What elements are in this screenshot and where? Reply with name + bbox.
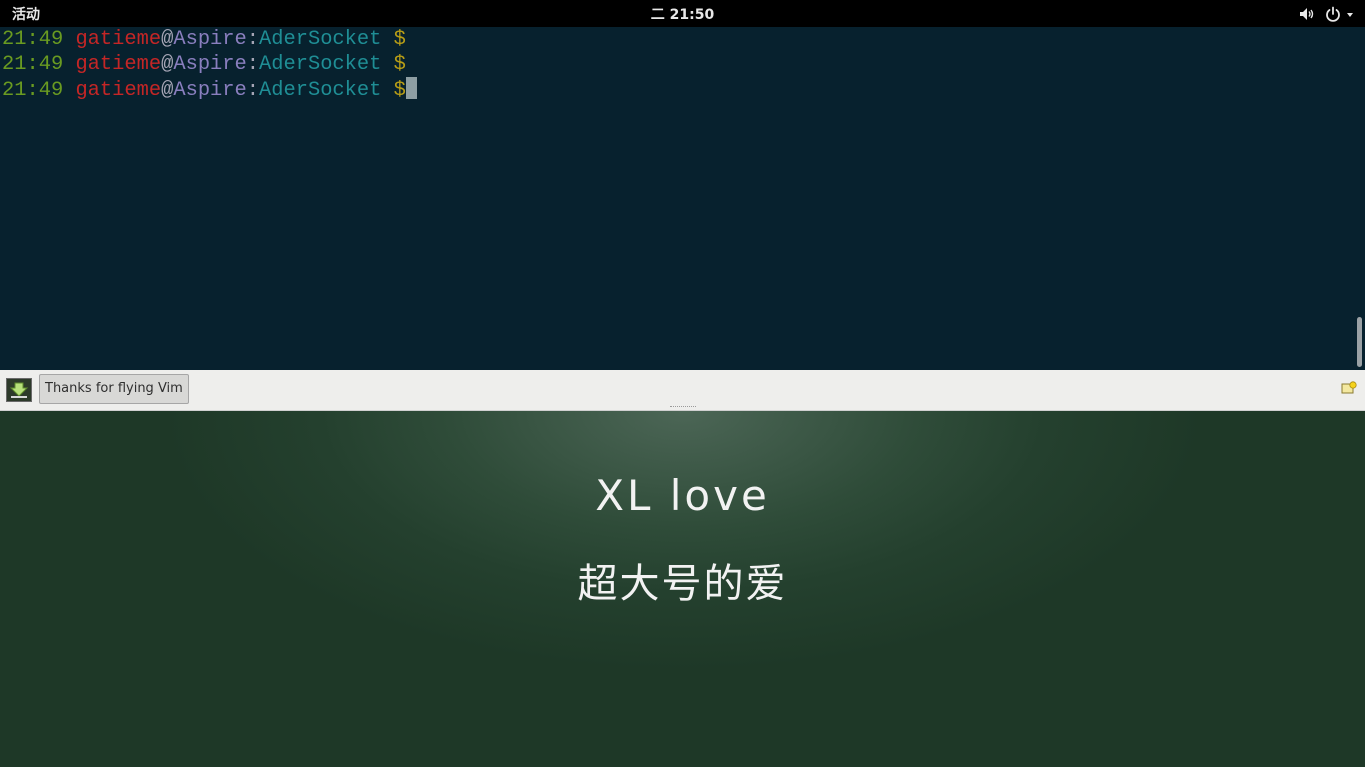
notification-button[interactable] [1341,380,1357,399]
system-tray [1299,0,1355,27]
terminal-line: 21:49 gatieme@Aspire:AderSocket $ [2,28,406,51]
wallpaper-text-english: XL love [595,471,770,520]
chevron-down-icon [1347,12,1353,17]
power-icon [1326,6,1340,22]
resize-grip[interactable] [670,406,696,410]
terminal-line: 21:49 gatieme@Aspire:AderSocket $ [2,53,406,76]
scrollbar-thumb[interactable] [1357,317,1362,367]
text-cursor [405,77,417,99]
download-icon [9,382,29,398]
terminal-line: 21:49 gatieme@Aspire:AderSocket $ [0,77,1365,102]
power-menu-button[interactable] [1325,6,1355,22]
top-bar: 活动 二 21:50 [0,0,1365,27]
bottom-panel: Thanks for flying Vim [0,370,1365,411]
terminal-window[interactable]: 21:49 gatieme@Aspire:AderSocket $ 21:49 … [0,27,1365,370]
terminal-scrollbar[interactable] [1353,27,1365,370]
clock: 二 21:50 [0,4,1365,24]
wallpaper-text-chinese: 超大号的爱 [577,561,788,607]
desktop-wallpaper: XL love 超大号的爱 [0,411,1365,767]
panel-launcher-button[interactable] [6,378,32,402]
clock-button[interactable]: 二 21:50 [651,7,714,23]
volume-icon[interactable] [1299,7,1315,21]
taskbar-window-button[interactable]: Thanks for flying Vim [39,374,189,404]
notification-icon [1341,381,1357,394]
